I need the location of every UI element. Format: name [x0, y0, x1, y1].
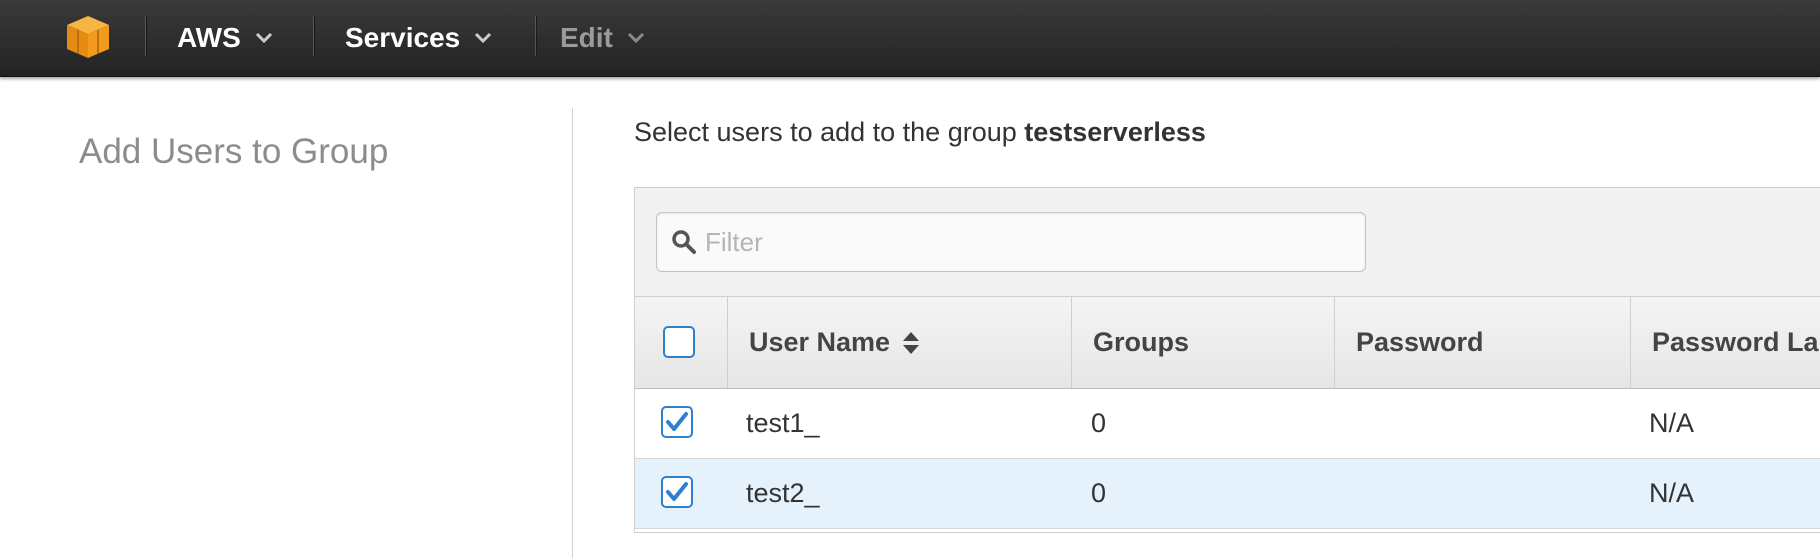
nav-divider [313, 16, 314, 56]
edit-menu-label: Edit [560, 22, 613, 53]
select-all-checkbox[interactable] [663, 326, 695, 358]
column-header-label: Password La [1652, 327, 1819, 357]
filter-field[interactable] [656, 212, 1366, 272]
column-header-password-last-used[interactable]: Password La [1630, 297, 1820, 388]
password-last-used-cell: N/A [1649, 408, 1695, 438]
page-title: Add Users to Group [79, 132, 389, 171]
filter-bar [635, 188, 1820, 297]
row-checkbox[interactable] [661, 406, 693, 438]
aws-menu-label: AWS [177, 22, 241, 53]
services-menu[interactable]: Services [345, 0, 492, 76]
column-header-groups[interactable]: Groups [1071, 297, 1334, 388]
panel-divider [572, 108, 573, 558]
row-checkbox[interactable] [661, 476, 693, 508]
groups-cell: 0 [1091, 408, 1107, 438]
edit-menu[interactable]: Edit [560, 0, 645, 76]
aws-menu[interactable]: AWS [177, 0, 273, 76]
table-header: User Name Groups Password Password La [635, 297, 1820, 389]
filter-input[interactable] [703, 225, 1347, 259]
groups-cell: 0 [1091, 478, 1107, 508]
aws-cube-icon[interactable] [64, 14, 112, 60]
users-table: User Name Groups Password Password La te… [634, 187, 1820, 533]
column-header-password[interactable]: Password [1334, 297, 1630, 388]
chevron-down-icon [255, 32, 272, 44]
table-row[interactable]: test2_ 0 N/A [635, 459, 1820, 529]
services-menu-label: Services [345, 22, 461, 53]
column-header-label: User Name [749, 327, 891, 357]
column-header-label: Groups [1093, 327, 1190, 357]
search-icon [672, 230, 696, 254]
checkmark-icon [666, 482, 688, 501]
chevron-down-icon [475, 32, 492, 44]
column-header-label: Password [1356, 327, 1484, 357]
checkmark-icon [666, 412, 688, 431]
group-name: testserverless [1024, 117, 1206, 147]
table-row[interactable]: test1_ 0 N/A [635, 389, 1820, 459]
sort-icon[interactable] [902, 330, 920, 356]
password-last-used-cell: N/A [1649, 478, 1695, 508]
top-nav-bar: AWS Services Edit [0, 0, 1820, 77]
nav-divider [535, 16, 536, 56]
instruction-text: Select users to add to the group testser… [634, 117, 1206, 148]
user-name-cell: test2_ [746, 478, 820, 508]
column-header-user-name[interactable]: User Name [727, 297, 1071, 388]
chevron-down-icon [627, 32, 644, 44]
instruction-prefix: Select users to add to the group [634, 117, 1025, 147]
nav-divider [145, 16, 146, 56]
user-name-cell: test1_ [746, 408, 820, 438]
